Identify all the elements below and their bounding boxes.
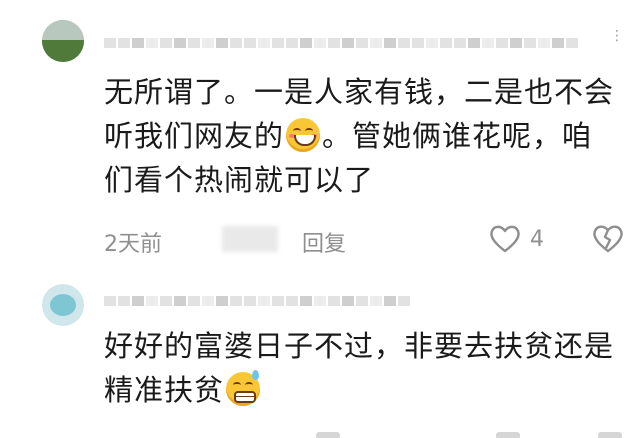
comment-line: 精准扶贫: [104, 368, 630, 412]
comment-text-segment: 精准扶贫: [104, 373, 225, 407]
footer-cropped: [0, 432, 640, 438]
broken-heart-icon: [593, 225, 623, 253]
comment-item: 好好的富婆日子不过，非要去扶贫还是 精准扶贫: [0, 272, 640, 438]
reply-button[interactable]: 回复: [302, 226, 346, 258]
comment-text-segment: 听我们网友的: [104, 119, 285, 153]
like-button[interactable]: 4: [488, 224, 544, 254]
comment-text: 好好的富婆日子不过，非要去扶贫还是 精准扶贫: [104, 324, 630, 412]
grinning-sweat-emoji-icon: [226, 370, 261, 406]
comment-line: 听我们网友的 。管她俩谁花呢，咱: [104, 114, 630, 158]
comment-line: 无所谓了。一是人家有钱，二是也不会: [104, 75, 615, 109]
location-blurred: [222, 226, 278, 252]
like-count: 4: [530, 226, 544, 252]
comment-footer: 2天前 回复 4: [104, 224, 630, 258]
comment-item: ⋮ 无所谓了。一是人家有钱，二是也不会 听我们网友的 。管她俩谁花呢，咱 们看个热…: [0, 0, 640, 272]
comment-text: 无所谓了。一是人家有钱，二是也不会 听我们网友的 。管她俩谁花呢，咱 们看个热闹就…: [104, 70, 630, 202]
comment-line: 们看个热闹就可以了: [104, 163, 375, 197]
comment-time: 2天前: [104, 232, 162, 257]
avatar[interactable]: [42, 20, 84, 62]
comment-line: 好好的富婆日子不过，非要去扶贫还是: [104, 329, 615, 363]
comment-text-segment: 。管她俩谁花呢，咱: [322, 119, 593, 153]
dislike-button[interactable]: [592, 224, 624, 260]
username-blurred: [104, 36, 578, 50]
heart-icon: [490, 225, 520, 253]
more-icon[interactable]: ⋮: [610, 28, 626, 44]
username-blurred: [104, 294, 410, 308]
grinning-smile-emoji-icon: [286, 118, 321, 152]
avatar[interactable]: [42, 284, 84, 326]
